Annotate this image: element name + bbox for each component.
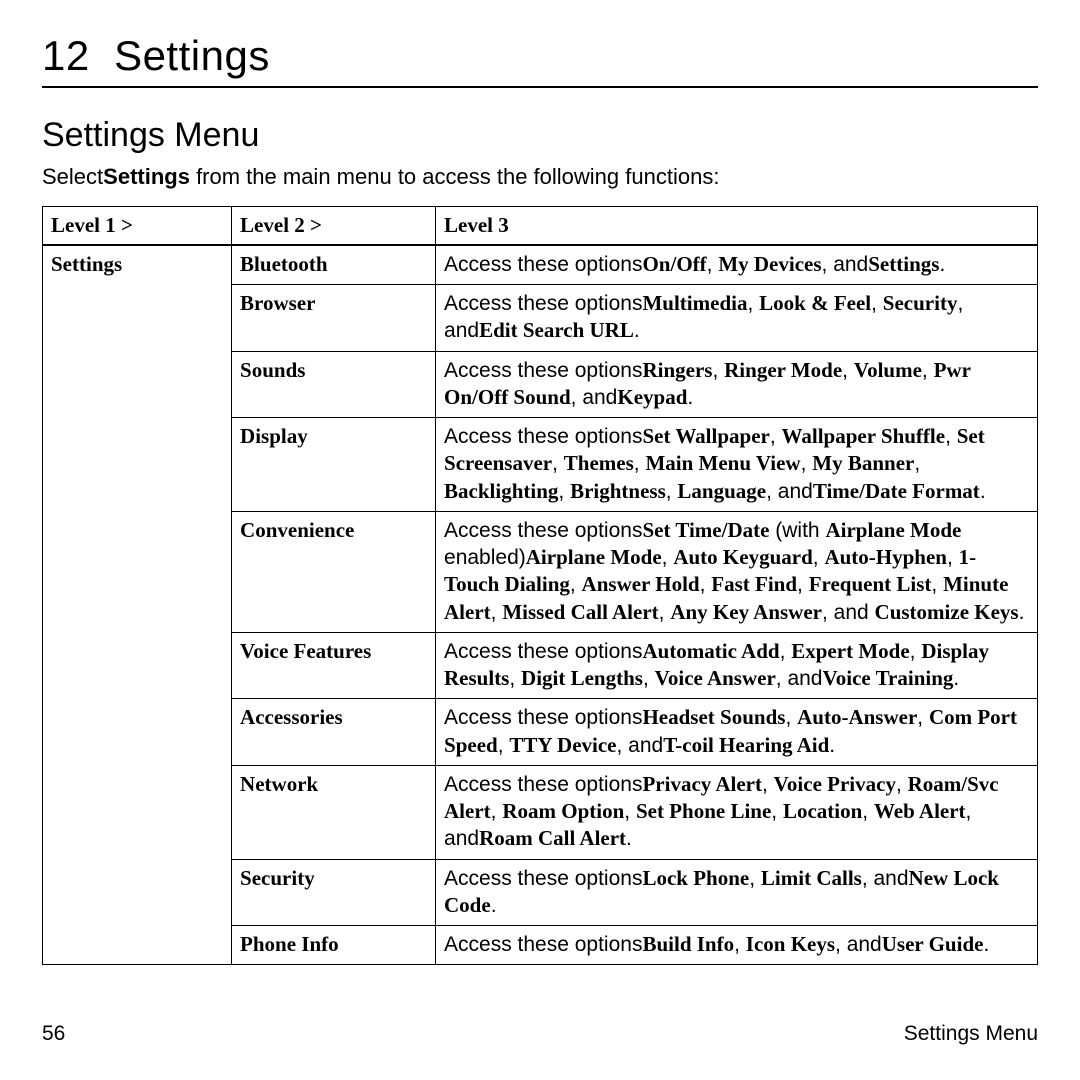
cell-level3: Access these optionsRingers, Ringer Mode… (436, 351, 1038, 418)
bold-term: Time/Date Format (813, 479, 980, 503)
bold-term: Themes (564, 451, 634, 475)
bold-term: Look & Feel (759, 291, 871, 315)
bold-term: Backlighting (444, 479, 558, 503)
intro-prefix: Select (42, 164, 103, 189)
chapter-name: Settings (114, 32, 270, 79)
bold-term: Brightness (570, 479, 666, 503)
bold-term: Set Wallpaper (642, 424, 769, 448)
footer-label: Settings Menu (904, 1022, 1038, 1046)
cell-level3: Access these optionsAutomatic Add, Exper… (436, 632, 1038, 699)
bold-term: User Guide (882, 932, 984, 956)
bold-term: Airplane Mode (526, 545, 662, 569)
bold-term: Build Info (642, 932, 734, 956)
table-body: SettingsBluetoothAccess these optionsOn/… (43, 245, 1038, 965)
table-row: Settings BluetoothAccess these optionsOn/… (43, 245, 1038, 285)
bold-term: Missed Call Alert (502, 600, 658, 624)
bold-term: Main Menu View (645, 451, 800, 475)
bold-term: Frequent List (809, 572, 932, 596)
bold-term: Privacy Alert (642, 772, 762, 796)
bold-term: Location (783, 799, 862, 823)
cell-level2: Voice Features (232, 632, 436, 699)
header-level1: Level 1 > (43, 206, 232, 245)
bold-term: Keypad (617, 385, 687, 409)
bold-term: My Devices (718, 252, 821, 276)
cell-level2: Sounds (232, 351, 436, 418)
intro-suffix: from the main menu to access the followi… (190, 164, 719, 189)
cell-level2: Browser (232, 285, 436, 352)
bold-term: Digit Lengths (521, 666, 643, 690)
bold-term: Voice Answer (655, 666, 776, 690)
bold-term: Auto-Hyphen (824, 545, 947, 569)
bold-term: TTY Device (509, 733, 616, 757)
chapter-title: 12 Settings (42, 32, 1038, 80)
cell-level3: Access these optionsSet Time/Date (with … (436, 511, 1038, 632)
bold-term: Web Alert (874, 799, 966, 823)
bold-term: Icon Keys (746, 932, 835, 956)
cell-level1: Settings (43, 245, 232, 965)
cell-level2: Bluetooth (232, 245, 436, 285)
bold-term: Answer Hold (582, 572, 700, 596)
bold-term: Fast Find (711, 572, 797, 596)
bold-term: On/Off (642, 252, 706, 276)
bold-term: Wallpaper Shuffle (782, 424, 946, 448)
cell-level2: Display (232, 418, 436, 512)
header-level3: Level 3 (436, 206, 1038, 245)
bold-term: Set Time/Date (642, 518, 769, 542)
cell-level2: Security (232, 859, 436, 926)
bold-term: Voice Privacy (774, 772, 896, 796)
intro-bold: Settings (103, 164, 190, 189)
bold-term: Set Phone Line (636, 799, 771, 823)
bold-term: Security (883, 291, 958, 315)
cell-level2: Phone Info (232, 926, 436, 965)
bold-term: Multimedia (642, 291, 747, 315)
bold-term: My Banner (812, 451, 914, 475)
bold-term: Auto Keyguard (673, 545, 812, 569)
bold-term: Roam Call Alert (479, 826, 626, 850)
cell-level3: Access these optionsSet Wallpaper, Wallp… (436, 418, 1038, 512)
bold-term: Expert Mode (791, 639, 909, 663)
cell-level2: Accessories (232, 699, 436, 766)
bold-term: Automatic Add (642, 639, 779, 663)
cell-level2: Network (232, 765, 436, 859)
bold-term: Headset Sounds (642, 705, 785, 729)
bold-term: Settings (868, 252, 939, 276)
table-header-row: Level 1 > Level 2 > Level 3 (43, 206, 1038, 245)
bold-term: T-coil Hearing Aid (663, 733, 829, 757)
chapter-number: 12 (42, 32, 90, 79)
bold-term: Ringers (642, 358, 712, 382)
bold-term: Language (677, 479, 766, 503)
bold-term: Any Key Answer (670, 600, 822, 624)
cell-level3: Access these optionsBuild Info, Icon Key… (436, 926, 1038, 965)
section-title: Settings Menu (42, 116, 1038, 155)
cell-level3: Access these optionsHeadset Sounds, Auto… (436, 699, 1038, 766)
cell-level2: Convenience (232, 511, 436, 632)
settings-menu-table: Level 1 > Level 2 > Level 3 SettingsBlue… (42, 206, 1038, 966)
bold-term: Lock Phone (642, 866, 749, 890)
cell-level3: Access these optionsPrivacy Alert, Voice… (436, 765, 1038, 859)
cell-level3: Access these optionsMultimedia, Look & F… (436, 285, 1038, 352)
bold-term: Volume (854, 358, 922, 382)
bold-term: Roam Option (502, 799, 624, 823)
bold-term: Customize Keys (875, 600, 1019, 624)
bold-term: Limit Calls (761, 866, 862, 890)
page-number: 56 (42, 1022, 65, 1046)
page-footer: 56 Settings Menu (42, 1022, 1038, 1046)
header-level2: Level 2 > (232, 206, 436, 245)
chapter-rule (42, 86, 1038, 88)
bold-term: Airplane Mode (825, 518, 961, 542)
bold-term: Auto-Answer (797, 705, 917, 729)
intro-text: SelectSettings from the main menu to acc… (42, 163, 1038, 192)
bold-term: Edit Search URL (479, 318, 634, 342)
cell-level3: Access these optionsLock Phone, Limit Ca… (436, 859, 1038, 926)
bold-term: Ringer Mode (724, 358, 842, 382)
cell-level3: Access these optionsOn/Off, My Devices, … (436, 245, 1038, 285)
bold-term: Voice Training (823, 666, 954, 690)
